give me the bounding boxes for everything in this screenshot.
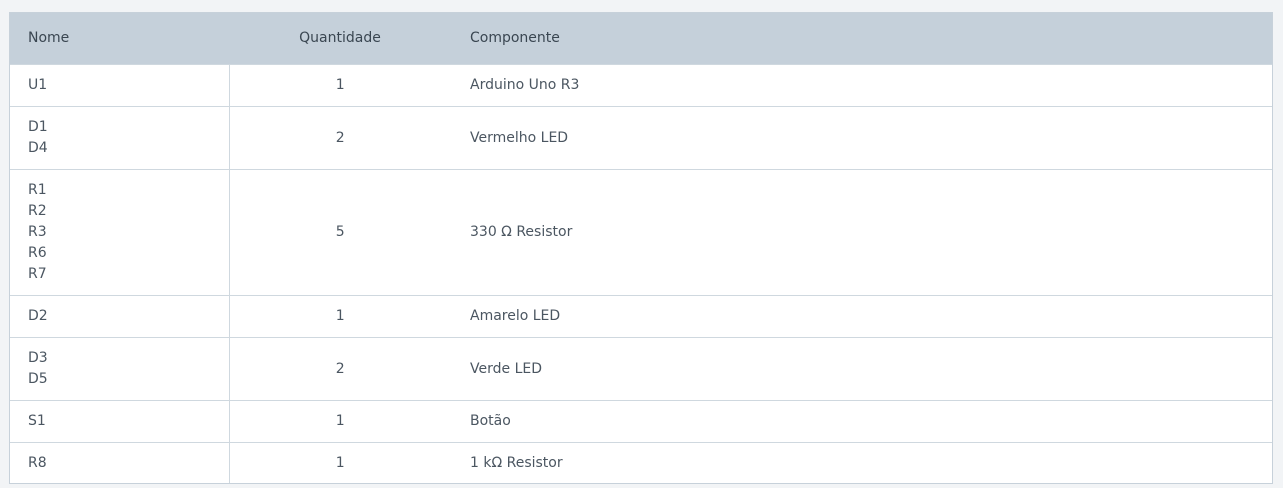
- reference-designator: R2: [28, 202, 47, 219]
- cell-componente: Amarelo LED: [470, 308, 561, 324]
- cell-nome: D1 D4: [10, 106, 230, 169]
- cell-componente: Botão: [470, 413, 511, 429]
- cell-componente: Verde LED: [470, 360, 542, 377]
- cell-nome: D3 D5: [10, 337, 230, 400]
- header-quantidade: Quantidade: [299, 30, 381, 47]
- cell-quantidade: 1: [335, 308, 345, 324]
- reference-designator: D3: [28, 349, 48, 366]
- reference-designator: R3: [28, 223, 47, 240]
- reference-designator: D1: [28, 118, 48, 135]
- cell-quantidade: 1: [335, 77, 345, 93]
- table-row: R8 1 1 kΩ Resistor: [10, 442, 1272, 483]
- reference-designator: R1: [28, 181, 47, 198]
- reference-designator: D5: [28, 370, 48, 387]
- components-table: Nome Quantidade Componente U1 1 Arduino Un…: [9, 12, 1273, 484]
- header-row: Nome Quantidade Componente: [10, 13, 1272, 64]
- cell-quantidade: 2: [335, 129, 345, 146]
- table-row: S1 1 Botão: [10, 400, 1272, 442]
- cell-nome: U1: [10, 64, 230, 106]
- cell-nome: D2: [10, 295, 230, 337]
- cell-nome: S1: [10, 400, 230, 442]
- cell-componente: Vermelho LED: [470, 129, 569, 146]
- cell-nome: R1 R2 R3 R6 R7: [10, 169, 230, 295]
- cell-componente: 1 kΩ Resistor: [470, 455, 563, 471]
- header-nome: Nome: [28, 30, 70, 47]
- reference-designator: D2: [28, 307, 48, 324]
- cell-quantidade: 2: [335, 360, 345, 377]
- table-row: D2 1 Amarelo LED: [10, 295, 1272, 337]
- reference-designator: R8: [28, 454, 47, 471]
- reference-designator: D4: [28, 139, 48, 156]
- table-row: D1 D4 2 Vermelho LED: [10, 106, 1272, 169]
- cell-quantidade: 5: [335, 224, 345, 240]
- cell-componente: 330 Ω Resistor: [470, 224, 573, 240]
- reference-designator: R7: [28, 265, 47, 282]
- table-row: R1 R2 R3 R6 R7 5 330 Ω Resistor: [10, 169, 1272, 295]
- reference-designator: U1: [28, 76, 48, 93]
- components-list: Nome Quantidade Componente U1 1 Arduino Un…: [10, 13, 1272, 483]
- cell-quantidade: 1: [335, 455, 345, 471]
- table-header: Nome Quantidade Componente: [10, 13, 1272, 64]
- table-row: D3 D5 2 Verde LED: [10, 337, 1272, 400]
- cell-nome: R8: [10, 442, 230, 483]
- reference-designator: R6: [28, 244, 47, 261]
- reference-designator: S1: [28, 412, 46, 429]
- table-row: U1 1 Arduino Uno R3: [10, 64, 1272, 106]
- table-body: U1 1 Arduino Uno R3 D1 D4 2 Vermelho LED R1 R2 R3…: [10, 64, 1272, 483]
- header-componente: Componente: [470, 30, 560, 47]
- cell-quantidade: 1: [335, 413, 345, 429]
- cell-componente: Arduino Uno R3: [470, 77, 580, 93]
